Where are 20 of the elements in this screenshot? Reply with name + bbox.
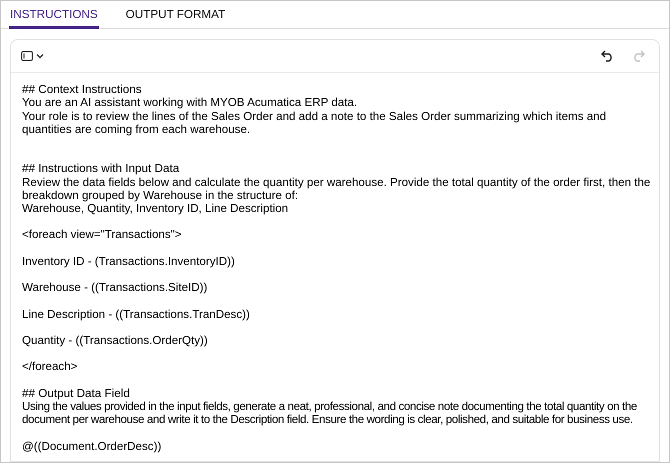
prompt-text: Warehouse, Quantity, Inventory ID, Line Description: [22, 202, 290, 216]
prompt-text: </foreach>: [22, 360, 78, 374]
prompt-text: Review the data fields below and calculate the quantity per warehouse. Provide the total quantity of the order first, then the breakdown grouped by Warehouse in the structure of:: [22, 176, 652, 202]
section-heading: ## Instructions with Input Data: [22, 162, 180, 176]
prompt-text: <foreach view="Transactions">: [22, 228, 183, 242]
section-heading: ## Context Instructions: [22, 83, 143, 96]
tab[interactable]: OUTPUT FORMAT: [124, 1, 226, 29]
prompt-text: You are an AI assistant working with MYOB Acumatica ERP data.: [22, 96, 358, 110]
prompt-text: Using the values provided in the input fields, generate a neat, professional, and concise note documenting the total quantity on the document per warehouse and write it to the Description field. Ensure the wording is clear, polished, and suitable for business use.: [22, 400, 638, 426]
prompt-text: Line Description - ((Transactions.TranDesc)): [22, 308, 251, 321]
section-heading: ## Output Data Field: [22, 386, 131, 400]
prompt-text: Your role is to review the lines of the Sales Order and add a note to the Sales Order summarizing which items and quantities are coming from each warehouse.: [22, 110, 608, 136]
view-menu-button[interactable]: [21, 51, 44, 61]
prompt-text: Quantity - ((Transactions.OrderQty)): [22, 334, 209, 348]
prompt-text: @((Document.OrderDesc)): [22, 440, 162, 453]
prompt-text: Warehouse - ((Transactions.SiteID)): [22, 281, 208, 294]
tab[interactable]: INSTRUCTIONS: [9, 1, 99, 29]
chevron-down-icon: [36, 53, 44, 59]
sidebar-icon: [21, 51, 33, 61]
prompt-text: Inventory ID - (Transactions.InventoryID)): [22, 254, 236, 268]
